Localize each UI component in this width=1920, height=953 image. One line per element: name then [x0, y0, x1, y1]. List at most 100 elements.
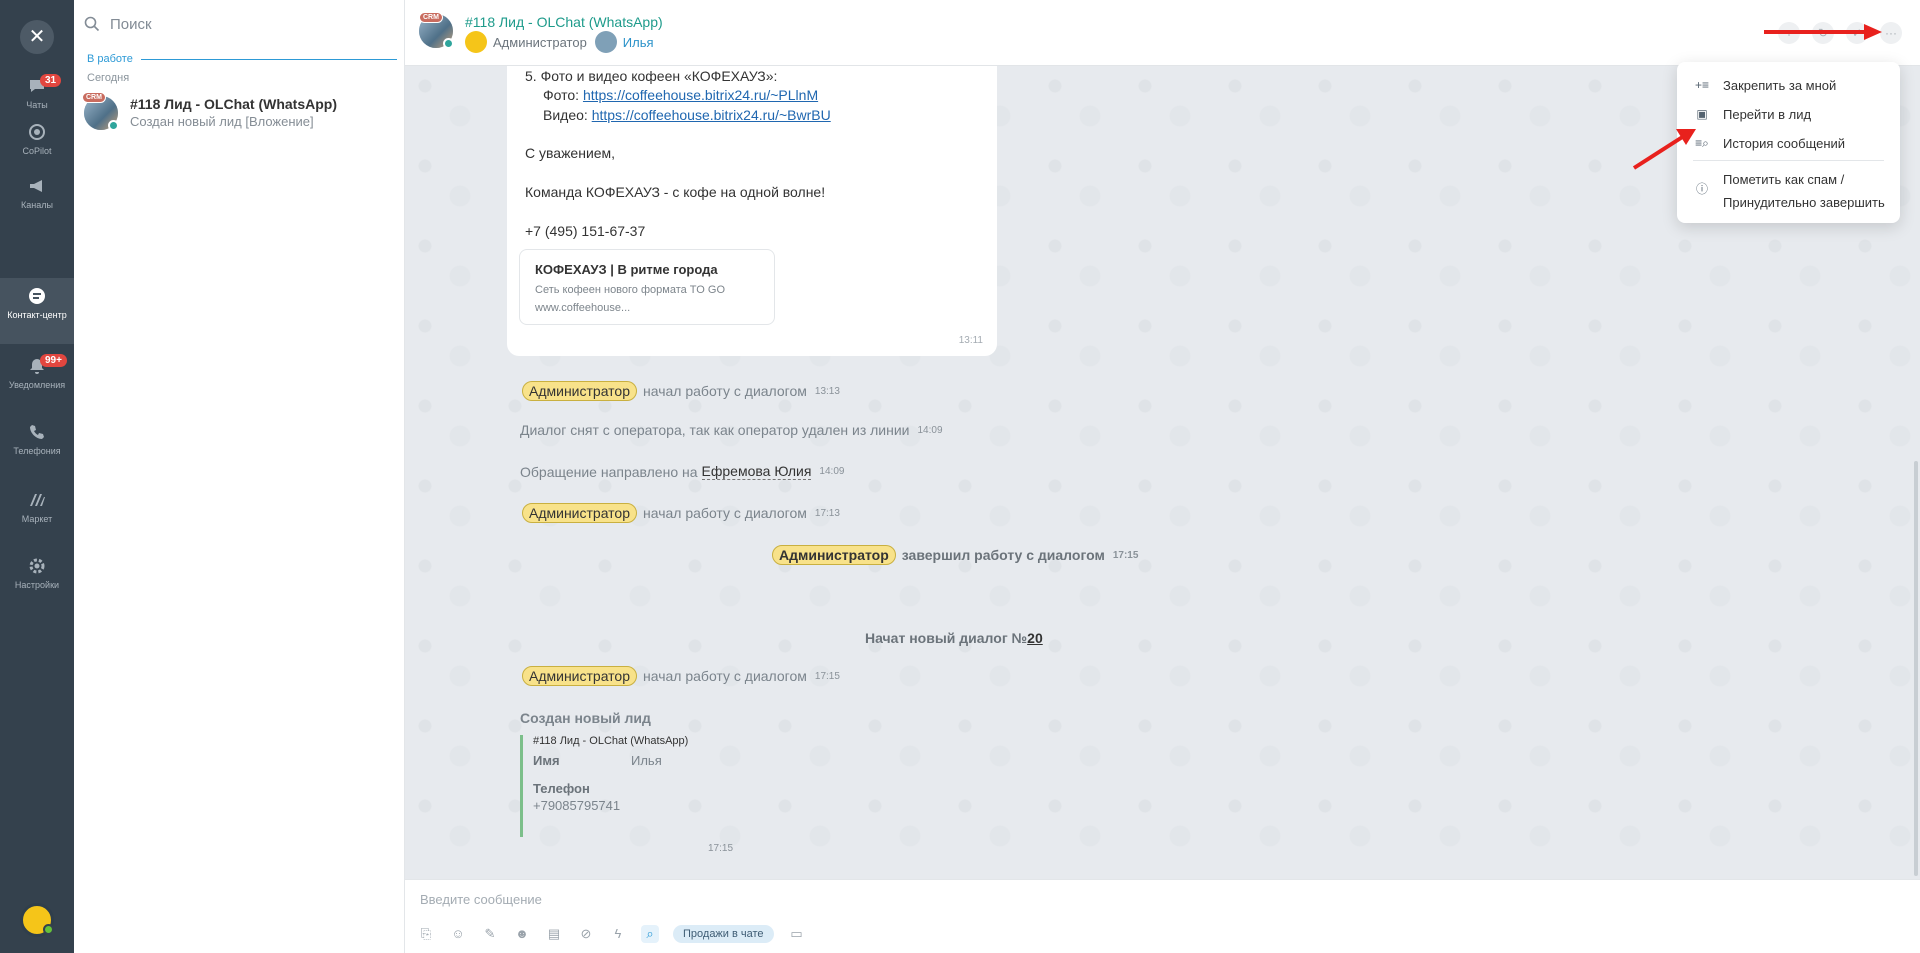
- search-field[interactable]: Поиск: [84, 10, 394, 38]
- scrollbar[interactable]: [1914, 461, 1918, 876]
- message-text: С уважением,: [525, 145, 616, 161]
- rail-label: Чаты: [26, 100, 48, 110]
- system-message: Администратор завершил работу с диалогом…: [772, 545, 1138, 565]
- system-time: 14:09: [917, 424, 943, 436]
- lead-card[interactable]: #118 Лид - OLChat (WhatsApp) Имя Илья Те…: [520, 735, 740, 837]
- close-button[interactable]: ✕: [20, 20, 54, 54]
- rail-label: Уведомления: [8, 380, 66, 390]
- lead-time: 17:15: [708, 843, 734, 854]
- chat-last-message: Создан новый лид [Вложение]: [130, 114, 314, 129]
- menu-label: Пометить как спам / Принудительно заверши…: [1723, 168, 1885, 214]
- message-composer: Введите сообщение ⎘ ☺ ✎ ☻ ▤ ⊘ ϟ ⌕ Продаж…: [405, 879, 1920, 953]
- menu-item-spam[interactable]: ⓘ Пометить как спам / Принудительно завер…: [1693, 168, 1885, 214]
- system-message: Диалог снят с оператора, так как операто…: [520, 422, 943, 438]
- client-name[interactable]: Илья: [623, 35, 654, 50]
- rail-label: Маркет: [21, 514, 53, 524]
- preview-url: www.coffeehouse...: [535, 302, 631, 314]
- message-text: 5. Фото и видео кофеен «КОФЕХАУЗ»:: [525, 68, 778, 84]
- rail-label: Настройки: [14, 580, 60, 590]
- message-time: 13:11: [958, 335, 983, 346]
- participants: Администратор Илья: [465, 31, 654, 53]
- video-line: Видео: https://coffeehouse.bitrix24.ru/~…: [543, 107, 831, 123]
- online-status-dot: [43, 924, 54, 935]
- chat-title[interactable]: #118 Лид - OLChat (WhatsApp): [465, 14, 663, 30]
- menu-divider: [1693, 160, 1884, 161]
- lead-ref[interactable]: #118 Лид - OLChat (WhatsApp): [533, 735, 688, 747]
- operator-badge[interactable]: Администратор: [522, 381, 638, 401]
- chat-list-item[interactable]: CRM #118 Лид - OLChat (WhatsApp) Создан …: [82, 92, 396, 136]
- whatsapp-icon: [108, 120, 119, 131]
- rail-item-telephony[interactable]: Телефония: [0, 422, 74, 488]
- menu-item-history[interactable]: ≡⌕ История сообщений: [1693, 136, 1845, 151]
- menu-item-pin[interactable]: +≡ Закрепить за мной: [1693, 78, 1836, 93]
- system-message: Администратор начал работу с диалогом 17…: [522, 503, 840, 523]
- rail-item-notifications[interactable]: 99+ Уведомления: [0, 354, 74, 422]
- dialog-number-link[interactable]: 20: [1027, 630, 1043, 646]
- annotation-arrow-go-lead: [1632, 129, 1696, 170]
- photo-line: Фото: https://coffeehouse.bitrix24.ru/~P…: [543, 87, 818, 103]
- template-icon[interactable]: ▤: [545, 925, 563, 943]
- spam-label-1: Пометить как спам /: [1723, 172, 1845, 187]
- menu-label: История сообщений: [1723, 136, 1846, 151]
- system-message: Администратор начал работу с диалогом 17…: [522, 666, 840, 686]
- edit-icon[interactable]: ✎: [481, 925, 499, 943]
- app: ✕ 31 Чаты CoPilot Каналы Контакт-центр 9…: [0, 0, 1920, 953]
- sales-in-chat-button[interactable]: Продажи в чате: [673, 925, 774, 943]
- chats-badge: 31: [40, 74, 62, 87]
- rail-item-channels[interactable]: Каналы: [0, 176, 74, 242]
- message-bubble: 5. Фото и видео кофеен «КОФЕХАУЗ»: Фото:…: [507, 66, 997, 356]
- operator-badge[interactable]: Администратор: [772, 545, 896, 565]
- crm-badge: CRM: [419, 12, 443, 23]
- video-label: Видео:: [543, 107, 588, 123]
- user-avatar[interactable]: [20, 903, 54, 937]
- lead-created-title: Создан новый лид: [520, 710, 651, 726]
- message-input[interactable]: Введите сообщение: [420, 892, 542, 907]
- rail-item-contact-center[interactable]: Контакт-центр: [0, 278, 74, 344]
- rail-item-market[interactable]: Маркет: [0, 490, 74, 556]
- emoji-icon[interactable]: ☻: [513, 925, 531, 943]
- annotation-arrow-more: [1764, 24, 1882, 40]
- attach-icon[interactable]: ⎘: [417, 925, 435, 943]
- chat-list-panel: Поиск В работе Сегодня CRM #118 Лид - OL…: [74, 0, 405, 953]
- notifications-badge: 99+: [40, 354, 67, 367]
- video-link[interactable]: https://coffeehouse.bitrix24.ru/~BwrBU: [592, 107, 831, 123]
- spam-label-2: Принудительно завершить: [1723, 195, 1885, 210]
- operator-link[interactable]: Ефремова Юлия: [701, 463, 812, 480]
- system-time: 13:13: [814, 385, 840, 397]
- lead-name-label: Имя: [533, 753, 560, 768]
- search-placeholder: Поиск: [110, 15, 152, 33]
- menu-item-go-to-lead[interactable]: ▣ Перейти в лид: [1693, 107, 1811, 122]
- client-avatar: [594, 31, 617, 53]
- admin-role: Администратор: [493, 34, 587, 50]
- operator-badge[interactable]: Администратор: [522, 503, 638, 523]
- lightning-icon[interactable]: ϟ: [609, 925, 627, 943]
- new-dialog-divider: Начат новый диалог №20: [865, 630, 1043, 646]
- megaphone-icon: [30, 180, 42, 192]
- operator-badge[interactable]: Администратор: [522, 666, 638, 686]
- lead-icon: ▣: [1696, 107, 1708, 121]
- system-text: начал работу с диалогом: [643, 383, 807, 399]
- search-history-icon[interactable]: ⌕: [641, 925, 659, 943]
- rail-item-settings[interactable]: Настройки: [0, 556, 74, 622]
- search-icon: [84, 16, 100, 32]
- chat-icon[interactable]: ▭: [788, 925, 806, 943]
- system-text: Диалог снят с оператора, так как операто…: [520, 422, 910, 438]
- user-icon[interactable]: ☺: [449, 925, 467, 943]
- crm-badge: CRM: [82, 92, 106, 103]
- whatsapp-icon: [443, 38, 454, 49]
- system-time: 14:09: [819, 466, 845, 477]
- system-text: Обращение направлено на: [520, 463, 698, 480]
- rail-label: Телефония: [13, 446, 61, 456]
- hide-icon[interactable]: ⊘: [577, 925, 595, 943]
- photo-link[interactable]: https://coffeehouse.bitrix24.ru/~PLlnM: [583, 87, 818, 103]
- rail-label: CoPilot: [22, 146, 52, 156]
- message-text: Команда КОФЕХАУЗ - с кофе на одной волне…: [525, 184, 826, 200]
- preview-description: Сеть кофеен нового формата TO GO: [535, 284, 726, 296]
- market-icon: [30, 494, 45, 506]
- phone-icon: [30, 425, 44, 439]
- composer-toolbar: ⎘ ☺ ✎ ☻ ▤ ⊘ ϟ ⌕ Продажи в чате ▭: [417, 925, 806, 943]
- chat-title: #118 Лид - OLChat (WhatsApp): [130, 96, 337, 112]
- lead-phone-label: Телефон: [533, 781, 590, 796]
- section-divider: [140, 58, 397, 60]
- link-preview-card[interactable]: КОФЕХАУЗ | В ритме города Сеть кофеен но…: [519, 249, 775, 325]
